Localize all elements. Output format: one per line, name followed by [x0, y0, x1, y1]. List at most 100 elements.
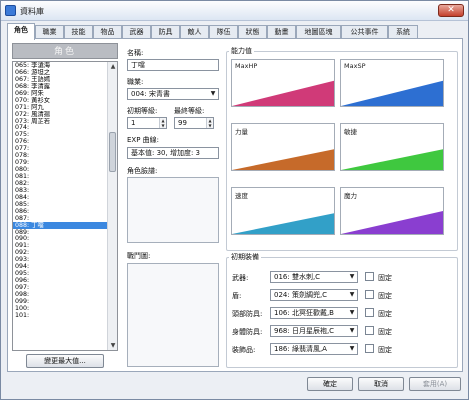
actor-list-item[interactable]: 079:: [13, 159, 108, 166]
param-chart-maxsp[interactable]: MaxSP: [340, 59, 444, 107]
tab-system[interactable]: 系統: [388, 25, 418, 39]
actor-list-item[interactable]: 065: 李滄海: [13, 62, 108, 69]
initial-level-label: 初期等級:: [127, 107, 158, 115]
param-chart-maxhp[interactable]: MaxHP: [231, 59, 335, 107]
cancel-button[interactable]: 取消: [358, 377, 404, 391]
actor-list-item[interactable]: 086:: [13, 208, 108, 215]
fixed-checkbox[interactable]: [365, 326, 374, 335]
actor-list-item[interactable]: 076:: [13, 138, 108, 145]
actor-list-item[interactable]: 082:: [13, 180, 108, 187]
initial-level-stepper[interactable]: 1 ▲ ▼: [127, 117, 167, 129]
actor-list-item[interactable]: 087:: [13, 215, 108, 222]
param-chart-label: MaxHP: [235, 62, 258, 70]
actor-list-item[interactable]: 068: 李清露: [13, 83, 108, 90]
tab-common-events[interactable]: 公共事件: [341, 25, 388, 39]
actor-list-item[interactable]: 078:: [13, 152, 108, 159]
character-graphic-box[interactable]: [127, 177, 219, 243]
tab-items[interactable]: 物品: [93, 25, 122, 39]
fixed-checkbox[interactable]: [365, 344, 374, 353]
actor-list-scrollbar[interactable]: ▲ ▼: [107, 62, 117, 350]
actor-list-item[interactable]: 081:: [13, 173, 108, 180]
equipment-dropdown[interactable]: 186: 綠翡清風,A ▼: [270, 343, 358, 355]
actor-list-item[interactable]: 075:: [13, 131, 108, 138]
actor-list-item[interactable]: 090:: [13, 235, 108, 242]
actor-list-item[interactable]: 094:: [13, 263, 108, 270]
actor-list-item[interactable]: 069: 阿朱: [13, 90, 108, 97]
tab-weapons[interactable]: 武器: [122, 25, 151, 39]
actor-list-item[interactable]: 088: 丁噹: [13, 221, 108, 229]
param-chart-dexterity[interactable]: 敏捷: [340, 123, 444, 171]
fixed-label: 固定: [378, 274, 392, 282]
actor-list-item[interactable]: 070: 黃衫女: [13, 97, 108, 104]
actor-list-item[interactable]: 083:: [13, 187, 108, 194]
tab-tilesets[interactable]: 地圖區塊: [296, 25, 341, 39]
equipment-dropdown[interactable]: 968: 日月星辰袍,C ▼: [270, 325, 358, 337]
scroll-up-icon[interactable]: ▲: [108, 62, 117, 71]
param-curve-area: [341, 149, 443, 170]
scroll-thumb[interactable]: [109, 132, 116, 172]
change-maximum-button[interactable]: 變更最大值...: [26, 354, 104, 368]
scroll-down-icon[interactable]: ▼: [108, 341, 117, 350]
actor-list-item[interactable]: 084:: [13, 194, 108, 201]
ok-button[interactable]: 確定: [307, 377, 353, 391]
actor-list-item[interactable]: 066: 游坦之: [13, 69, 108, 76]
fixed-checkbox[interactable]: [365, 290, 374, 299]
fixed-label: 固定: [378, 292, 392, 300]
tab-actors[interactable]: 角色: [7, 23, 35, 40]
actor-list-item[interactable]: 071: 阿九: [13, 104, 108, 111]
actor-list-item[interactable]: 101:: [13, 312, 108, 319]
actor-list-item[interactable]: 097:: [13, 284, 108, 291]
equipment-dropdown[interactable]: 024: 策劍綢兜,C ▼: [270, 289, 358, 301]
actor-list-item[interactable]: 074:: [13, 124, 108, 131]
class-dropdown[interactable]: 004: 宋青書 ▼: [127, 88, 219, 100]
actor-list-item[interactable]: 067: 王語嫣: [13, 76, 108, 83]
param-chart-intelligence[interactable]: 魔力: [340, 187, 444, 235]
param-chart-agility[interactable]: 速度: [231, 187, 335, 235]
actor-list-item[interactable]: 085:: [13, 201, 108, 208]
tab-troops[interactable]: 隊伍: [209, 25, 238, 39]
actor-list-item[interactable]: 098:: [13, 291, 108, 298]
tab-armors[interactable]: 防具: [151, 25, 180, 39]
equipment-dropdown[interactable]: 016: 雙水刺,C ▼: [270, 271, 358, 283]
exp-curve-field[interactable]: 基本值: 30, 增加度: 3: [127, 147, 219, 159]
param-chart-label: 魔力: [344, 192, 357, 200]
apply-button[interactable]: 套用(A): [409, 377, 461, 391]
actor-list[interactable]: 065: 李滄海 066: 游坦之 067: 王語嫣 068: 李清露 069: 阿朱 0…: [12, 61, 118, 351]
actor-list-item[interactable]: 099:: [13, 298, 108, 305]
param-chart-label: 敏捷: [344, 128, 357, 136]
actor-list-item[interactable]: 089:: [13, 229, 108, 236]
actor-list-item[interactable]: 072: 風清揚: [13, 111, 108, 118]
tab-animations[interactable]: 動畫: [267, 25, 296, 39]
actor-list-item[interactable]: 073: 周芷若: [13, 118, 108, 125]
tab-skills[interactable]: 技能: [64, 25, 93, 39]
equipment-dropdown[interactable]: 106: 北冥狂歡戴,B ▼: [270, 307, 358, 319]
spin-arrows-icon[interactable]: ▲ ▼: [159, 118, 166, 128]
actor-list-item[interactable]: 100:: [13, 305, 108, 312]
tab-panel: 角色 065: 李滄海 066: 游坦之 067: 王語嫣 068: 李清露 069: …: [7, 38, 463, 372]
actor-list-item[interactable]: 092:: [13, 249, 108, 256]
fixed-checkbox[interactable]: [365, 272, 374, 281]
param-chart-strength[interactable]: 力量: [231, 123, 335, 171]
actor-list-item[interactable]: 096:: [13, 277, 108, 284]
param-curve-area: [232, 213, 334, 234]
tab-enemies[interactable]: 敵人: [180, 25, 209, 39]
final-level-stepper[interactable]: 99 ▲ ▼: [174, 117, 214, 129]
actor-list-item[interactable]: 077:: [13, 145, 108, 152]
close-button[interactable]: ✕: [438, 4, 464, 17]
actor-list-item[interactable]: 091:: [13, 242, 108, 249]
name-field[interactable]: 丁噹: [127, 59, 219, 71]
battler-graphic-box[interactable]: [127, 263, 219, 367]
fixed-label: 固定: [378, 328, 392, 336]
param-chart-label: 速度: [235, 192, 248, 200]
chevron-down-icon: ▼: [349, 291, 355, 298]
equipment-value: 024: 策劍綢兜,C: [274, 291, 328, 299]
actor-list-item[interactable]: 093:: [13, 256, 108, 263]
app-icon: [5, 5, 16, 16]
title-bar[interactable]: 資料庫 ✕: [1, 1, 468, 21]
tab-states[interactable]: 狀態: [238, 25, 267, 39]
spin-arrows-icon[interactable]: ▲ ▼: [206, 118, 213, 128]
actor-list-item[interactable]: 080:: [13, 166, 108, 173]
tab-classes[interactable]: 職業: [35, 25, 64, 39]
actor-list-item[interactable]: 095:: [13, 270, 108, 277]
fixed-checkbox[interactable]: [365, 308, 374, 317]
